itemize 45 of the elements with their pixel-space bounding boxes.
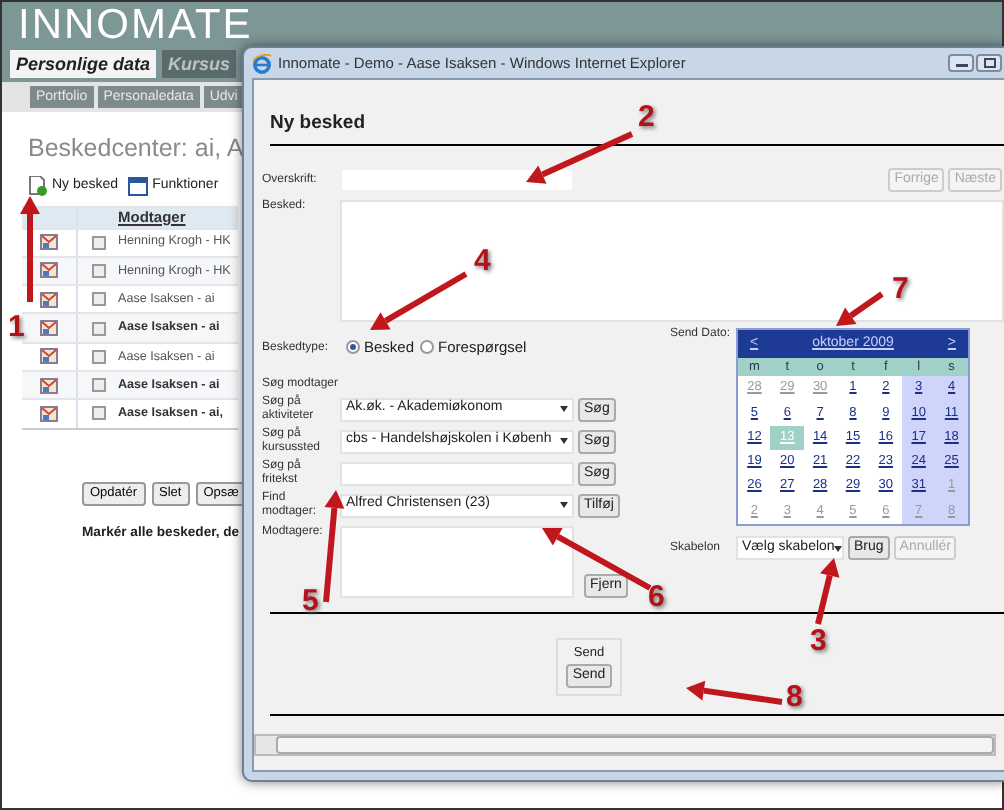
- message-icon: [40, 262, 58, 279]
- checkbox[interactable]: [91, 321, 105, 336]
- checkbox[interactable]: [91, 235, 105, 250]
- annotation-number: 6: [648, 582, 665, 614]
- message-icon: [40, 377, 58, 394]
- tab[interactable]: Personlige data: [10, 50, 157, 78]
- minimize-button[interactable]: [948, 54, 974, 72]
- message-icon: [40, 234, 58, 251]
- maximize-icon: [983, 58, 995, 68]
- message-icon: [40, 405, 58, 422]
- annotation-number: 5: [302, 586, 319, 618]
- browser-icon: [252, 53, 272, 73]
- annotation-number: 7: [892, 274, 909, 306]
- input-field[interactable]: [340, 168, 574, 193]
- checkbox[interactable]: [91, 406, 105, 421]
- new-document-icon: [28, 176, 48, 197]
- maximize-button[interactable]: [976, 54, 1002, 72]
- annotation-number: 3: [810, 626, 827, 658]
- annotation-arrow: [323, 490, 345, 603]
- annotation-number: 2: [638, 102, 655, 134]
- page-title: Beskedcenter: ai, A: [28, 132, 244, 164]
- checkbox[interactable]: [91, 378, 105, 393]
- checkbox[interactable]: [91, 292, 105, 307]
- annotation-arrow: [20, 196, 40, 302]
- message-icon: [40, 348, 58, 365]
- annotation-arrow: [526, 131, 634, 184]
- horizontal-scrollbar[interactable]: [254, 733, 996, 756]
- annotation-number: 4: [474, 246, 491, 278]
- input-field[interactable]: [340, 461, 574, 485]
- annotation-number: 1: [8, 312, 25, 344]
- minimize-icon: [955, 58, 967, 68]
- radio-button[interactable]: [346, 340, 360, 355]
- annotation-arrow: [836, 291, 884, 326]
- logo: INNOMATE: [16, 2, 253, 48]
- calendar-icon: [128, 176, 149, 197]
- message-icon: [40, 291, 58, 308]
- checkbox[interactable]: [91, 263, 105, 278]
- annotation-number: 8: [786, 682, 803, 714]
- annotation-arrow: [370, 271, 468, 330]
- checkbox[interactable]: [91, 349, 105, 364]
- annotation-arrow: [815, 558, 840, 625]
- message-icon: [40, 320, 58, 337]
- radio-button[interactable]: [420, 340, 435, 355]
- annotation-arrow: [686, 680, 783, 705]
- annotation-arrow: [542, 528, 652, 591]
